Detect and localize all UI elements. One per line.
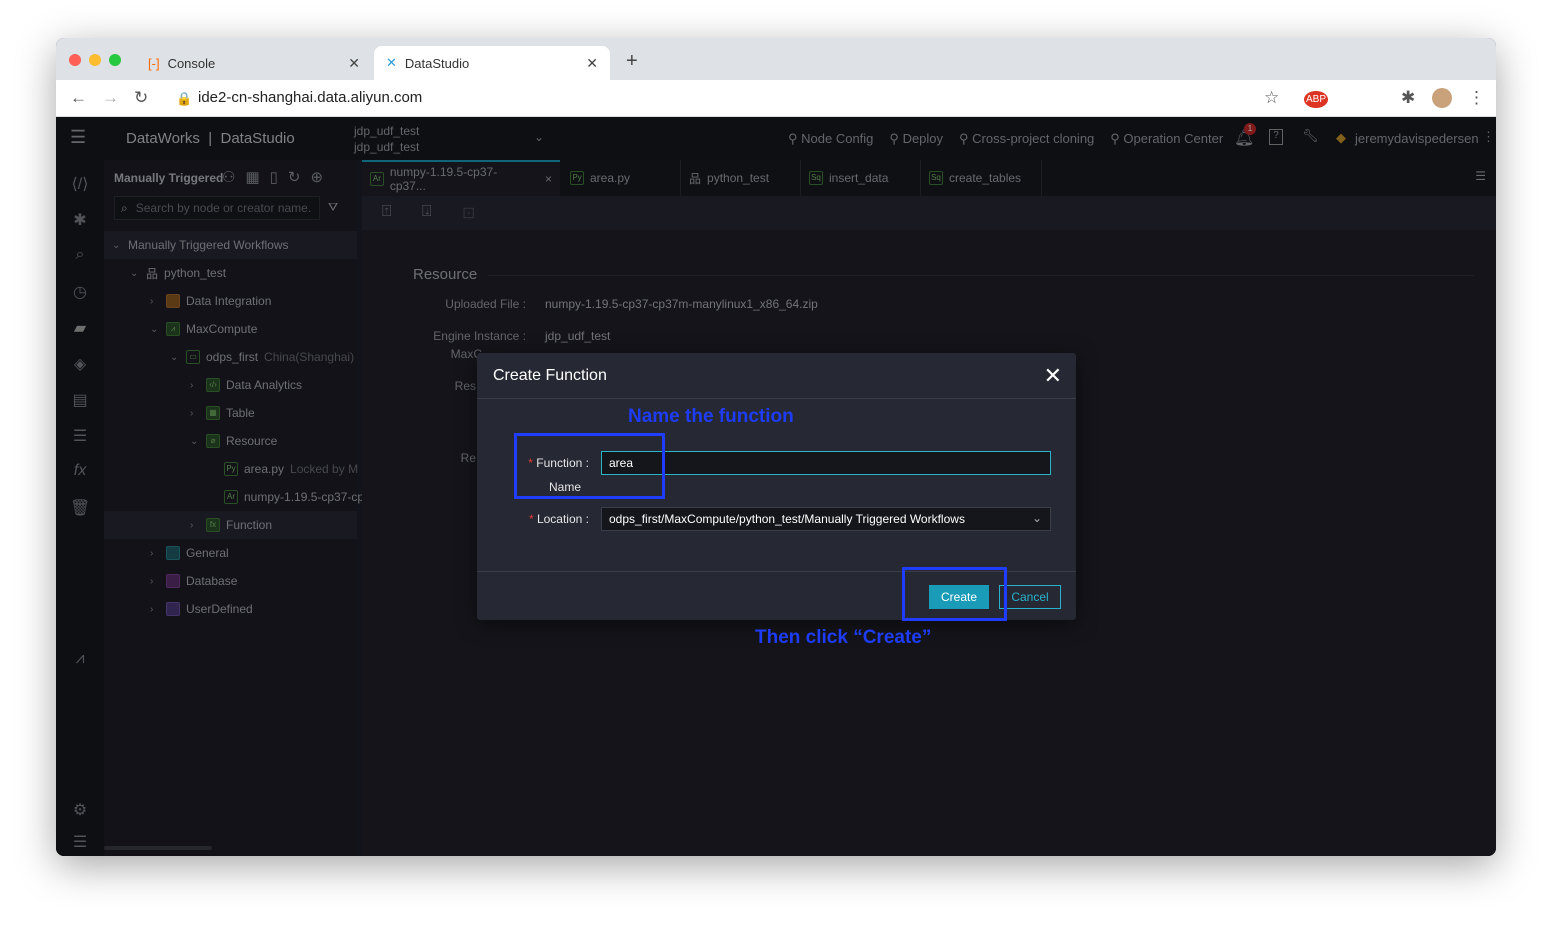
datastudio-icon: ✕ [386, 55, 397, 70]
close-tab-icon[interactable]: ✕ [348, 55, 360, 72]
address-bar: ← → ↻ 🔒 ide2-cn-shanghai.data.aliyun.com… [56, 80, 1496, 117]
close-icon[interactable]: ✕ [1044, 363, 1062, 389]
annotation-box-create [902, 567, 1007, 621]
location-label: Location : [536, 512, 589, 526]
dialog-header: Create Function ✕ [477, 353, 1076, 399]
extensions-icon[interactable]: ✱ [1401, 88, 1415, 108]
new-tab-button[interactable]: + [626, 50, 638, 73]
tab-label: Console [167, 55, 216, 71]
location-select[interactable]: odps_first/MaxCompute/python_test/Manual… [601, 507, 1051, 531]
minimize-window-button[interactable] [89, 54, 101, 66]
back-icon[interactable]: ← [70, 88, 87, 108]
annotation-box-function-name [514, 433, 665, 499]
browser-tab-console[interactable]: [-] Console ✕ [136, 46, 372, 80]
browser-window: [-] Console ✕ ✕ DataStudio ✕ + ← → ↻ 🔒 ide2-… [56, 38, 1496, 856]
dialog-title: Create Function [493, 367, 607, 384]
star-icon[interactable]: ☆ [1264, 88, 1279, 108]
reload-icon[interactable]: ↻ [134, 88, 148, 108]
annotation-text-top: Name the function [628, 406, 794, 427]
annotation-text-bottom: Then click “Create” [755, 627, 932, 648]
console-icon: [-] [148, 55, 160, 71]
browser-tab-bar: [-] Console ✕ ✕ DataStudio ✕ + [56, 38, 1496, 80]
avatar[interactable] [1432, 88, 1452, 108]
cancel-button[interactable]: Cancel [999, 585, 1061, 609]
adblock-icon[interactable]: ABP [1304, 91, 1329, 108]
close-window-button[interactable] [69, 54, 81, 66]
tab-label: DataStudio [404, 55, 470, 71]
close-tab-icon[interactable]: ✕ [586, 55, 598, 72]
browser-tab-datastudio[interactable]: ✕ DataStudio ✕ [374, 46, 610, 80]
location-value: odps_first/MaxCompute/python_test/Manual… [609, 512, 965, 526]
menu-icon[interactable]: ⋮ [1468, 88, 1485, 108]
lock-icon: 🔒 [176, 91, 193, 106]
function-name-input[interactable]: area [601, 451, 1051, 475]
maximize-window-button[interactable] [109, 54, 121, 66]
forward-icon[interactable]: → [102, 88, 119, 108]
chevron-down-icon: ⌄ [1031, 511, 1042, 525]
url-field[interactable]: ide2-cn-shanghai.data.aliyun.com [198, 89, 422, 106]
